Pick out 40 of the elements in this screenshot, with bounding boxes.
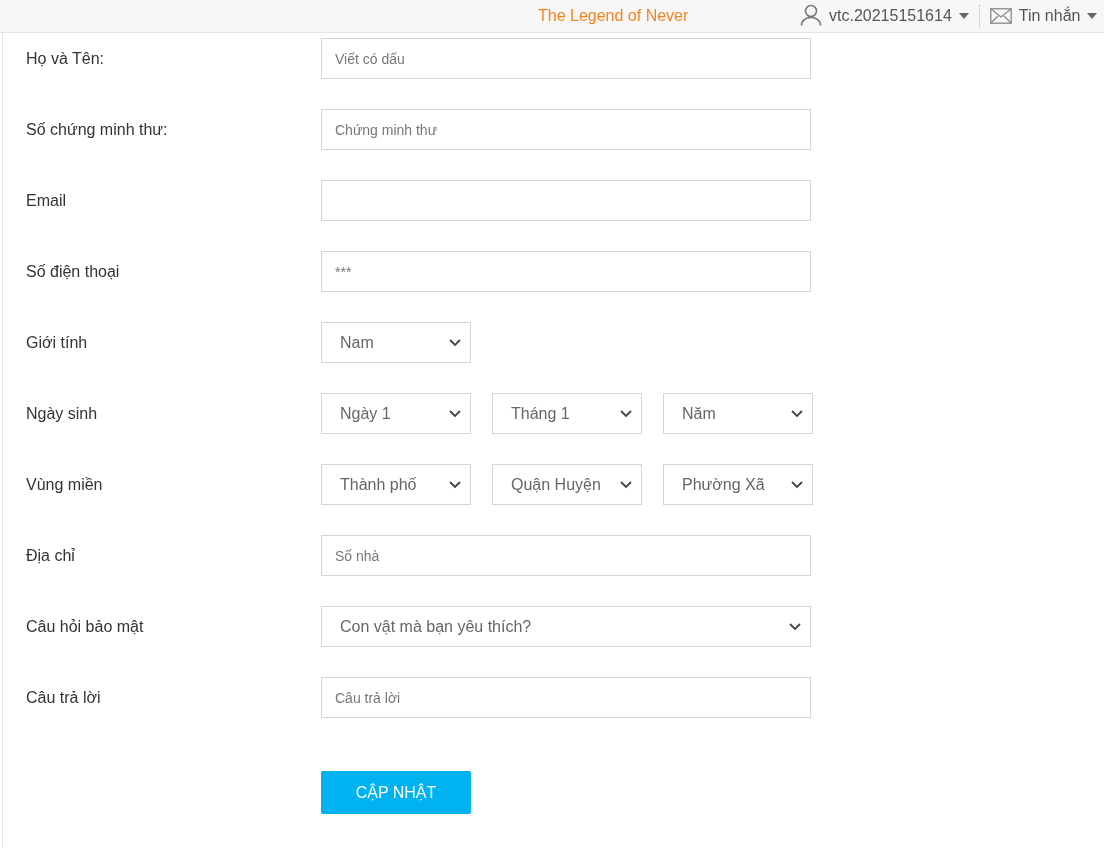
chevron-down-icon: [449, 409, 461, 418]
field-label: Số điện thoại: [26, 262, 121, 281]
field-label: Số chứng minh thư:: [26, 120, 169, 139]
field-label: Họ và Tên:: [26, 49, 105, 68]
field-label: Câu trả lời: [26, 688, 102, 707]
chevron-down-icon: [791, 409, 803, 418]
dropdown[interactable]: Con vật mà bạn yêu thích?: [321, 606, 811, 647]
messages-menu[interactable]: Tin nhắn: [989, 7, 1098, 25]
caret-icon: [958, 13, 969, 19]
input-field[interactable]: [321, 180, 811, 221]
dropdown[interactable]: Nam: [321, 322, 471, 363]
messages-label: Tin nhắn: [1018, 7, 1081, 25]
field-label: Ngày sinh: [26, 404, 99, 423]
chevron-down-icon: [789, 622, 801, 631]
field-label: Địa chỉ: [26, 546, 76, 565]
chevron-down-icon: [449, 480, 461, 489]
chevron-down-icon: [620, 480, 632, 489]
username: vtc.20215151614: [829, 7, 952, 25]
caret-icon: [1087, 13, 1098, 19]
field-label: Vùng miền: [26, 475, 104, 494]
user-menu[interactable]: vtc.20215151614: [800, 5, 980, 27]
chevron-down-icon: [449, 338, 461, 347]
dropdown[interactable]: Phường Xã: [663, 464, 813, 505]
input-field[interactable]: Câu trả lời: [321, 677, 811, 718]
dropdown[interactable]: Thành phố: [321, 464, 471, 505]
envelope-icon: [989, 8, 1012, 24]
user-icon: [800, 4, 822, 26]
chevron-down-icon: [620, 409, 632, 418]
input-field[interactable]: ***: [321, 251, 811, 292]
input-field[interactable]: Viết có dấu: [321, 38, 811, 79]
field-label: Email: [26, 191, 67, 210]
field-label: Câu hỏi bảo mật: [26, 617, 145, 636]
dropdown[interactable]: Tháng 1: [492, 393, 642, 434]
input-field[interactable]: Số nhà: [321, 535, 811, 576]
field-label: Giới tính: [26, 333, 89, 352]
input-field[interactable]: Chứng minh thư: [321, 109, 811, 150]
dropdown[interactable]: Năm: [663, 393, 813, 434]
dropdown[interactable]: Quận Huyện: [492, 464, 642, 505]
chevron-down-icon: [791, 480, 803, 489]
dropdown[interactable]: Ngày 1: [321, 393, 471, 434]
